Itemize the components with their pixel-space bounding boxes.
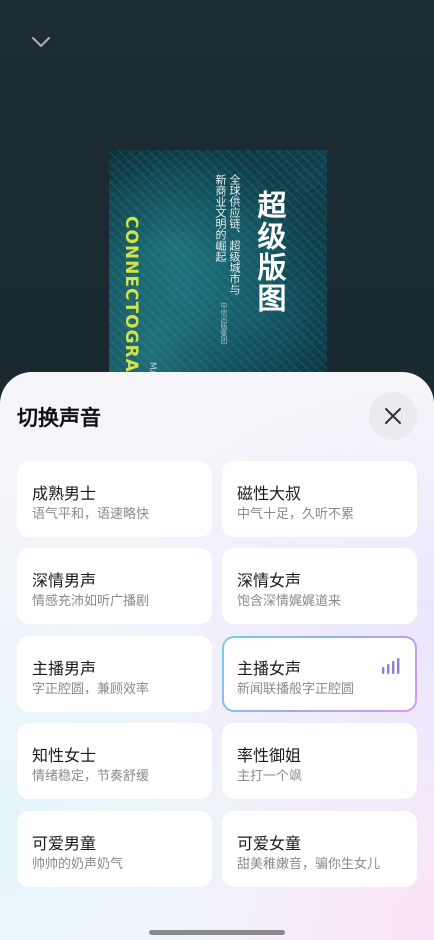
voice-name: 知性女士 bbox=[32, 746, 97, 765]
voice-card-intellectual-female[interactable]: 知性女士 情绪稳定，节奏舒缓 bbox=[17, 723, 212, 799]
voice-description: 主打一个飒 bbox=[237, 769, 303, 784]
close-button[interactable] bbox=[369, 392, 417, 440]
book-cover: CONNECTOGRAPHY Mapping the Future of Glo… bbox=[109, 150, 327, 390]
sheet-title: 切换声音 bbox=[17, 406, 101, 430]
voice-card-mature-male[interactable]: 成熟男士 语气平和，语速略快 bbox=[17, 461, 212, 537]
voice-description: 饱含深情娓娓道来 bbox=[237, 594, 342, 609]
close-icon bbox=[385, 408, 401, 424]
collapse-button[interactable] bbox=[26, 28, 56, 56]
voice-description: 新闻联播般字正腔圆 bbox=[237, 682, 355, 697]
book-publisher: 中信出版集团 bbox=[220, 302, 228, 344]
voice-description: 字正腔圆，兼顾效率 bbox=[32, 682, 150, 697]
voice-name: 可爱女童 bbox=[237, 834, 302, 853]
voice-name: 可爱男童 bbox=[32, 834, 97, 853]
voice-name: 率性御姐 bbox=[237, 746, 302, 765]
voice-card-affectionate-female[interactable]: 深情女声 饱含深情娓娓道来 bbox=[222, 548, 417, 624]
chevron-down-icon bbox=[32, 37, 50, 47]
voice-name: 深情男声 bbox=[32, 571, 97, 590]
voice-name: 主播女声 bbox=[237, 659, 302, 678]
voice-name: 深情女声 bbox=[237, 571, 302, 590]
book-chinese-title: 超级版图 bbox=[253, 190, 287, 314]
voice-description: 情绪稳定，节奏舒缓 bbox=[32, 769, 150, 784]
voice-name: 成熟男士 bbox=[32, 484, 97, 503]
equalizer-icon bbox=[382, 658, 400, 674]
voice-description: 中气十足，久听不累 bbox=[237, 507, 355, 522]
voice-card-bold-lady[interactable]: 率性御姐 主打一个飒 bbox=[222, 723, 417, 799]
voice-description: 帅帅的奶声奶气 bbox=[32, 857, 124, 872]
voice-description: 语气平和，语速略快 bbox=[32, 507, 150, 522]
voice-card-cute-girl[interactable]: 可爱女童 甜美稚嫩音，骗你生女儿 bbox=[222, 811, 417, 887]
voice-card-magnetic-uncle[interactable]: 磁性大叔 中气十足，久听不累 bbox=[222, 461, 417, 537]
book-english-title: CONNECTOGRAPHY bbox=[121, 216, 141, 390]
voice-name: 主播男声 bbox=[32, 659, 97, 678]
home-indicator[interactable] bbox=[149, 930, 285, 935]
book-chinese-subtitle: 全球供应链、超级城市与 新商业文明的崛起 bbox=[214, 174, 241, 295]
voice-name: 磁性大叔 bbox=[237, 484, 302, 503]
switch-voice-sheet: 切换声音 成熟男士 语气平和，语速略快 磁性大叔 中气十足，久听不累 深情男声 … bbox=[0, 372, 434, 940]
voice-card-anchor-female[interactable]: 主播女声 新闻联播般字正腔圆 bbox=[222, 636, 417, 712]
voice-card-affectionate-male[interactable]: 深情男声 情感充沛如听广播剧 bbox=[17, 548, 212, 624]
voice-card-anchor-male[interactable]: 主播男声 字正腔圆，兼顾效率 bbox=[17, 636, 212, 712]
voice-card-cute-boy[interactable]: 可爱男童 帅帅的奶声奶气 bbox=[17, 811, 212, 887]
voice-description: 甜美稚嫩音，骗你生女儿 bbox=[237, 857, 381, 872]
voice-description: 情感充沛如听广播剧 bbox=[32, 594, 150, 609]
